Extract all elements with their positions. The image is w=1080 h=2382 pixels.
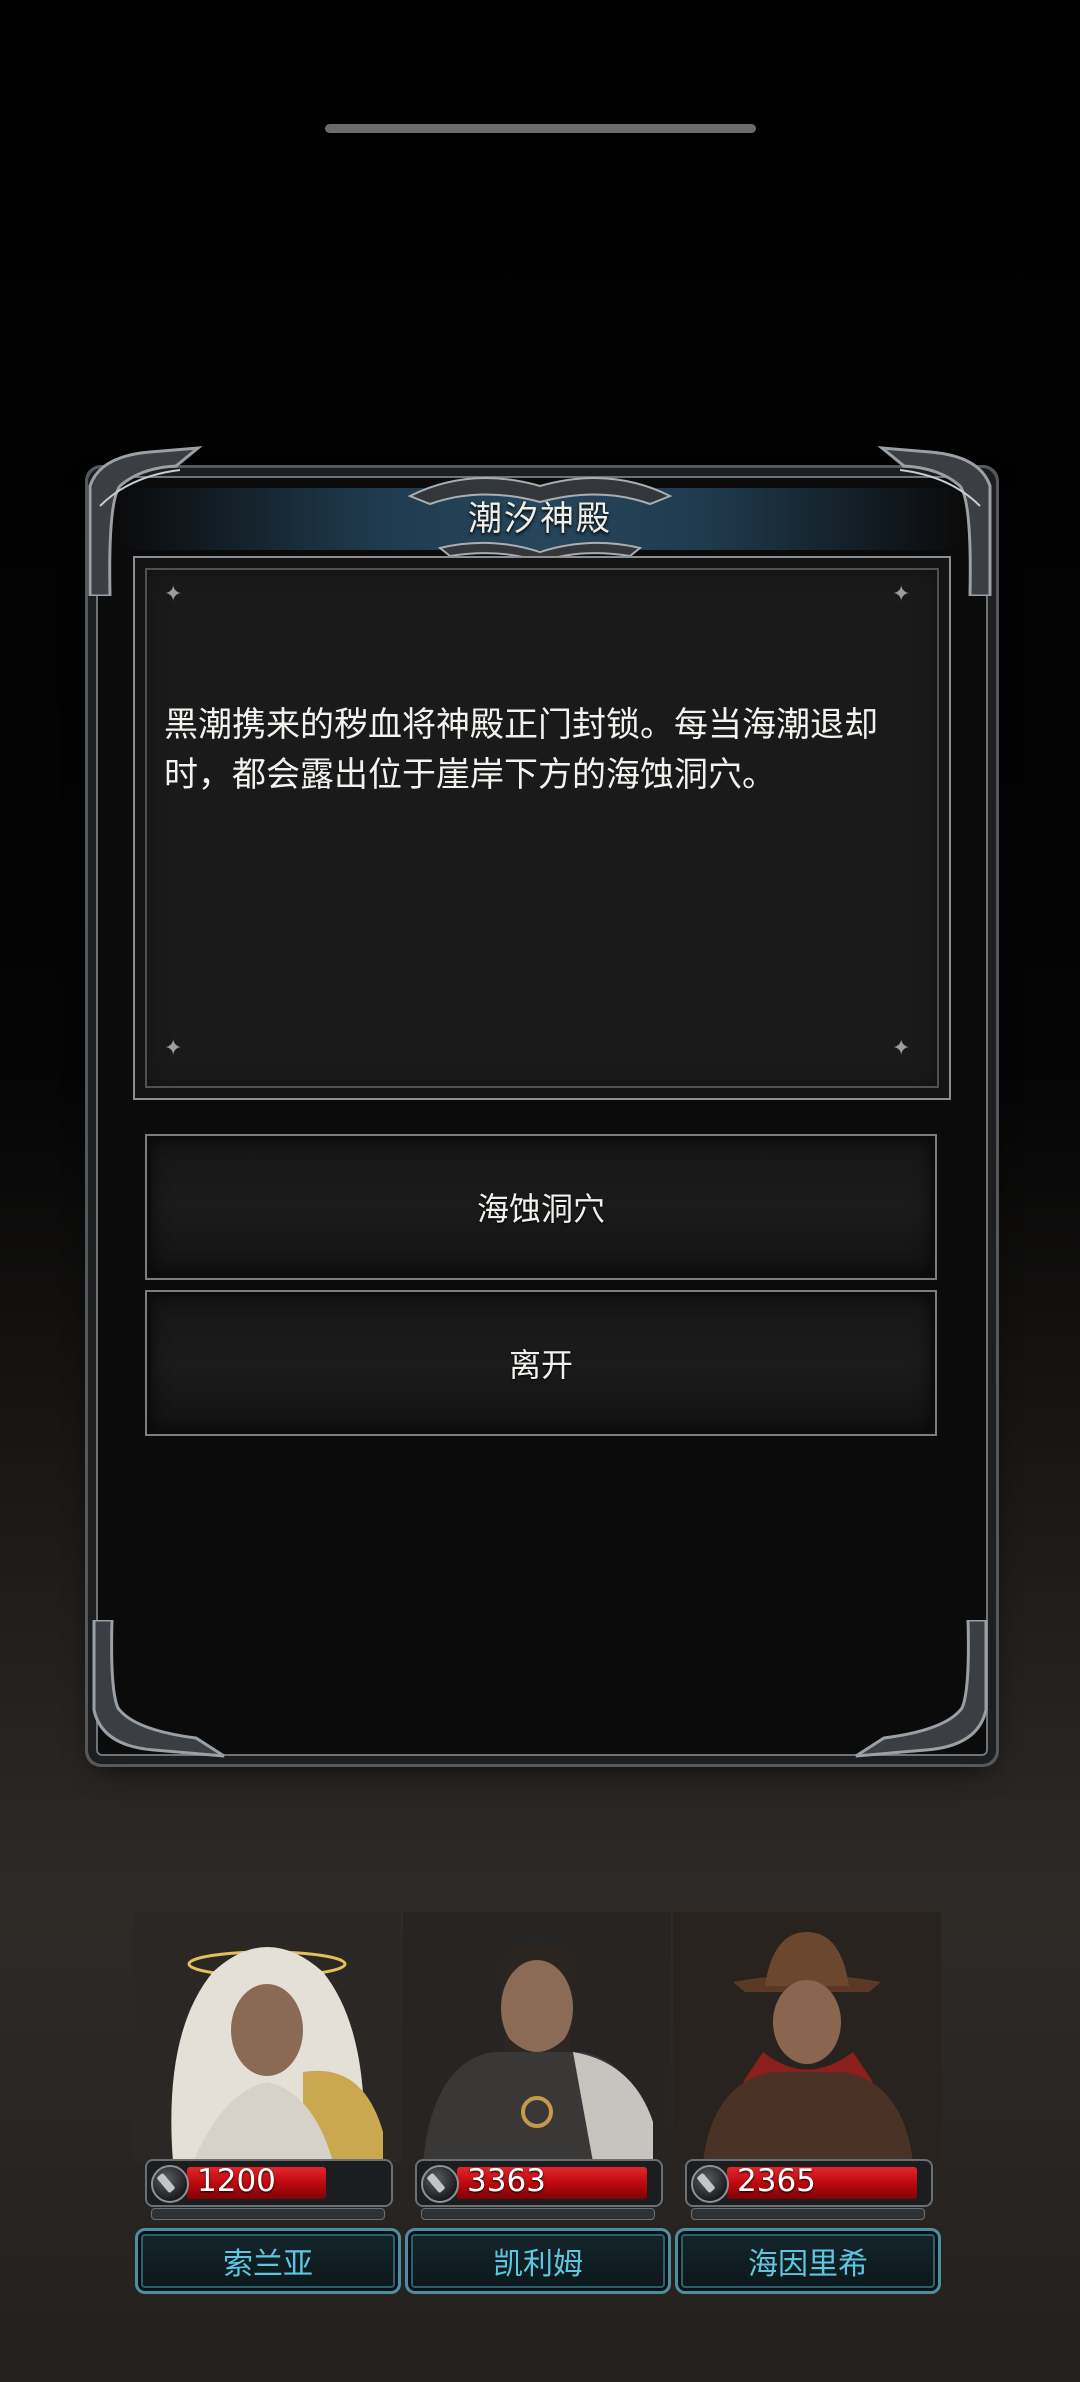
hero-name-plate[interactable]: 凯利姆 bbox=[405, 2228, 671, 2294]
hp-value: 1200 bbox=[197, 2163, 276, 2199]
party-member-3[interactable]: 2365 海因里希 bbox=[673, 1912, 941, 2296]
hero-portrait-avatar bbox=[673, 1912, 941, 2162]
party-member-1[interactable]: 1200 索兰亚 bbox=[133, 1912, 401, 2296]
party-roster: 1200 索兰亚 3363 凯利姆 2365 海因里希 bbox=[133, 1912, 941, 2296]
hp-bar: 2365 bbox=[685, 2159, 933, 2207]
top-handle[interactable] bbox=[325, 124, 756, 133]
sparkle-icon: ✦ bbox=[164, 1036, 183, 1061]
sparkle-icon: ✦ bbox=[892, 1036, 911, 1061]
hero-name-plate[interactable]: 海因里希 bbox=[675, 2228, 941, 2294]
hero-name-plate[interactable]: 索兰亚 bbox=[135, 2228, 401, 2294]
secondary-bar bbox=[151, 2208, 385, 2220]
hp-bar: 1200 bbox=[145, 2159, 393, 2207]
description-panel bbox=[133, 556, 951, 1100]
sparkle-icon: ✦ bbox=[164, 582, 183, 607]
secondary-bar bbox=[421, 2208, 655, 2220]
choice-sea-cave-button[interactable]: 海蚀洞穴 bbox=[145, 1134, 937, 1280]
hp-value: 3363 bbox=[467, 2163, 546, 2199]
secondary-bar bbox=[691, 2208, 925, 2220]
choice-leave-button[interactable]: 离开 bbox=[145, 1290, 937, 1436]
hero-portrait-avatar bbox=[403, 1912, 671, 2162]
sword-icon bbox=[691, 2165, 729, 2203]
party-member-2[interactable]: 3363 凯利姆 bbox=[403, 1912, 671, 2296]
sword-icon bbox=[421, 2165, 459, 2203]
hp-bar: 3363 bbox=[415, 2159, 663, 2207]
choice-label: 离开 bbox=[508, 1346, 573, 1384]
hp-value: 2365 bbox=[737, 2163, 816, 2199]
dialog-title: 潮汐神殿 bbox=[468, 499, 612, 539]
hero-portrait-avatar bbox=[133, 1912, 401, 2162]
sparkle-icon: ✦ bbox=[892, 582, 911, 607]
sword-icon bbox=[151, 2165, 189, 2203]
choice-label: 海蚀洞穴 bbox=[476, 1190, 605, 1228]
event-description: 黑潮携来的秽血将神殿正门封锁。每当海潮退却时，都会露出位于崖岸下方的海蚀洞穴。 bbox=[164, 705, 878, 795]
